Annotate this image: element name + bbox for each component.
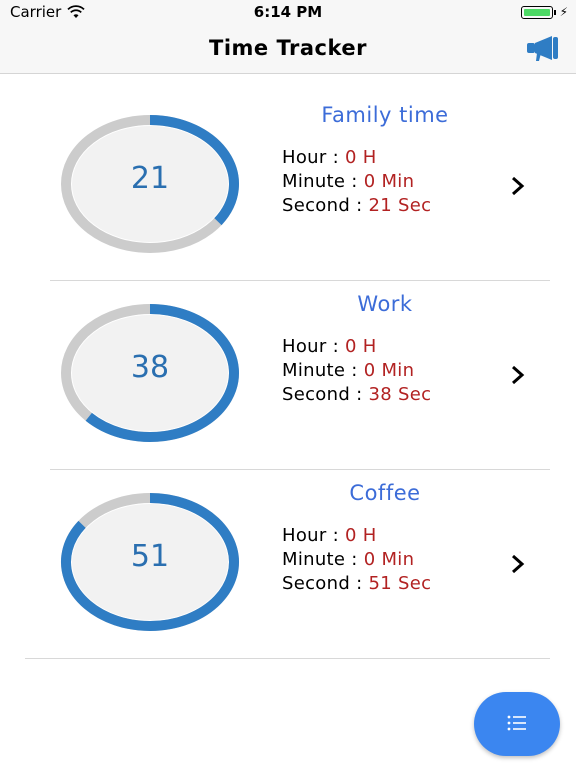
page-title: Time Tracker <box>209 36 367 60</box>
list-icon <box>507 715 526 731</box>
minute-row: Minute : 0 Min <box>282 171 414 192</box>
hour-label: Hour : <box>282 336 339 357</box>
megaphone-icon[interactable] <box>524 34 562 62</box>
status-time: 6:14 PM <box>253 3 323 21</box>
second-value: 38 Sec <box>368 384 432 405</box>
second-value: 21 Sec <box>368 195 432 216</box>
minute-label: Minute : <box>282 549 358 570</box>
minute-value: 0 Min <box>363 549 415 570</box>
minute-label: Minute : <box>282 360 358 381</box>
minute-value: 0 Min <box>363 171 415 192</box>
tracker-title: Work <box>357 292 413 316</box>
tracker-cell[interactable]: 51 Coffee Hour : 0 H Minute : 0 Min Second :… <box>0 453 576 642</box>
cell-divider <box>25 658 550 659</box>
battery-fill <box>523 8 550 16</box>
second-value: 51 Sec <box>368 573 432 594</box>
hour-label: Hour : <box>282 147 339 168</box>
tracker-cell[interactable]: 38 Work Hour : 0 H Minute : 0 Min Second : 3… <box>0 264 576 453</box>
status-right: ⚡ <box>520 5 568 19</box>
navigation-bar: Time Tracker <box>0 24 576 74</box>
hour-row: Hour : 0 H <box>282 525 377 546</box>
ring-value: 21 <box>130 161 170 196</box>
battery-icon <box>520 5 553 19</box>
hour-row: Hour : 0 H <box>282 336 377 357</box>
charging-bolt-icon: ⚡ <box>559 5 568 19</box>
tracker-title: Coffee <box>349 481 421 505</box>
second-row: Second : 51 Sec <box>282 573 431 594</box>
chevron-right-icon[interactable] <box>508 175 528 197</box>
second-label: Second : <box>282 573 363 594</box>
tracker-title: Family time <box>321 103 449 127</box>
minute-row: Minute : 0 Min <box>282 549 414 570</box>
hour-value: 0 H <box>344 336 377 357</box>
battery-tip <box>553 9 556 15</box>
tracker-cell[interactable]: 21 Family time Hour : 0 H Minute : 0 Min Sec… <box>0 75 576 264</box>
hour-value: 0 H <box>344 147 377 168</box>
chevron-right-icon[interactable] <box>508 364 528 386</box>
ring-value: 38 <box>130 350 170 385</box>
hour-label: Hour : <box>282 525 339 546</box>
second-row: Second : 38 Sec <box>282 384 431 405</box>
second-label: Second : <box>282 195 363 216</box>
chevron-right-icon[interactable] <box>508 553 528 575</box>
minute-row: Minute : 0 Min <box>282 360 414 381</box>
minute-label: Minute : <box>282 171 358 192</box>
status-bar: Carrier 6:14 PM ⚡ <box>0 0 576 24</box>
hour-row: Hour : 0 H <box>282 147 377 168</box>
second-label: Second : <box>282 384 363 405</box>
hour-value: 0 H <box>344 525 377 546</box>
menu-fab-button[interactable] <box>474 692 560 756</box>
second-row: Second : 21 Sec <box>282 195 431 216</box>
minute-value: 0 Min <box>363 360 415 381</box>
ring-value: 51 <box>130 539 170 574</box>
